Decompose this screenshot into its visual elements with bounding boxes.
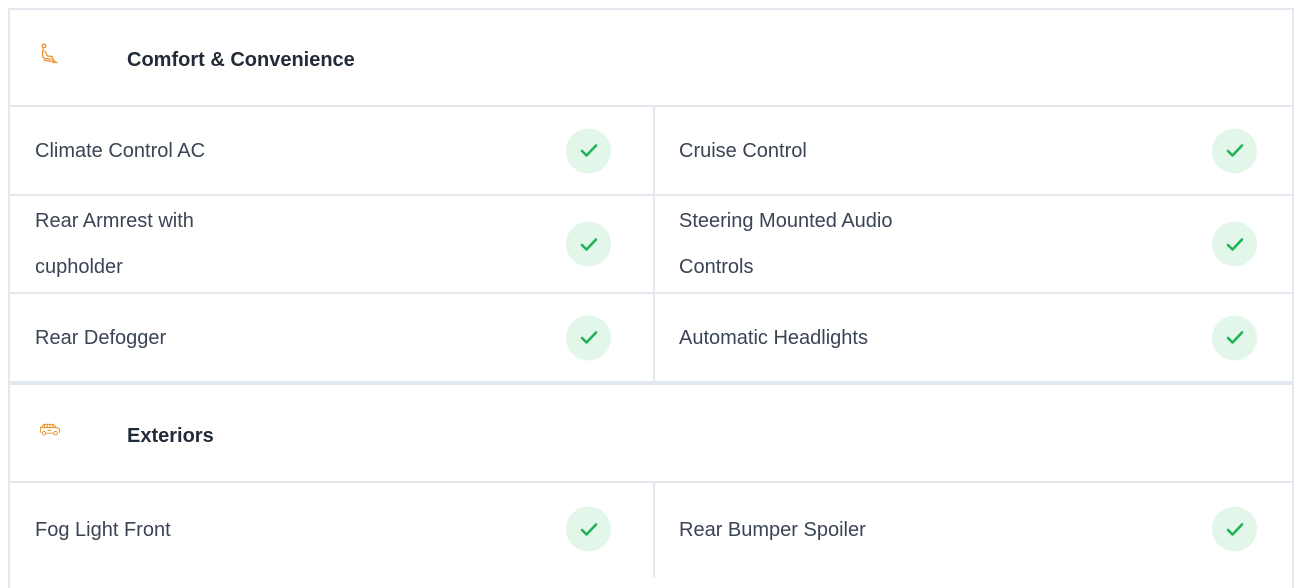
check-icon: [1212, 506, 1257, 552]
section-title: Exteriors: [127, 425, 214, 447]
feature-cell: Automatic Headlights: [655, 294, 1292, 381]
check-icon: [566, 315, 611, 360]
feature-cell: Rear Armrest with cupholder: [10, 196, 655, 292]
feature-row: Rear Defogger Automatic Headlights: [10, 294, 1292, 383]
feature-cell: Cruise Control: [655, 107, 1292, 194]
section-header-exteriors[interactable]: Exteriors: [10, 383, 1292, 483]
feature-label: Rear Defogger: [35, 326, 167, 349]
car-icon: [38, 418, 62, 442]
section-title: Comfort & Convenience: [127, 49, 355, 71]
feature-row: Rear Armrest with cupholder Steering Mou…: [10, 196, 1292, 294]
seat-icon: [38, 42, 62, 66]
feature-label: Rear Armrest with cupholder: [35, 210, 194, 278]
check-icon: [1212, 221, 1257, 267]
feature-cell: Fog Light Front: [10, 483, 655, 577]
feature-label: Fog Light Front: [35, 519, 171, 541]
check-icon: [1212, 128, 1257, 173]
section-header-comfort[interactable]: Comfort & Convenience: [10, 10, 1292, 107]
feature-label: Automatic Headlights: [679, 326, 868, 349]
feature-cell: Steering Mounted Audio Controls: [655, 196, 1292, 292]
feature-row: Climate Control AC Cruise Control: [10, 107, 1292, 196]
feature-row: Fog Light Front Rear Bumper Spoiler: [10, 483, 1292, 577]
check-icon: [566, 128, 611, 173]
feature-cell: Rear Defogger: [10, 294, 655, 381]
feature-label: Steering Mounted Audio Controls: [679, 210, 893, 278]
check-icon: [1212, 315, 1257, 360]
feature-cell: Rear Bumper Spoiler: [655, 483, 1292, 577]
feature-cell: Climate Control AC: [10, 107, 655, 194]
features-panel: Comfort & Convenience Climate Control AC…: [8, 8, 1294, 588]
check-icon: [566, 221, 611, 267]
feature-label: Climate Control AC: [35, 139, 206, 162]
check-icon: [566, 506, 611, 552]
feature-label: Cruise Control: [679, 139, 807, 162]
feature-label: Rear Bumper Spoiler: [679, 519, 866, 541]
